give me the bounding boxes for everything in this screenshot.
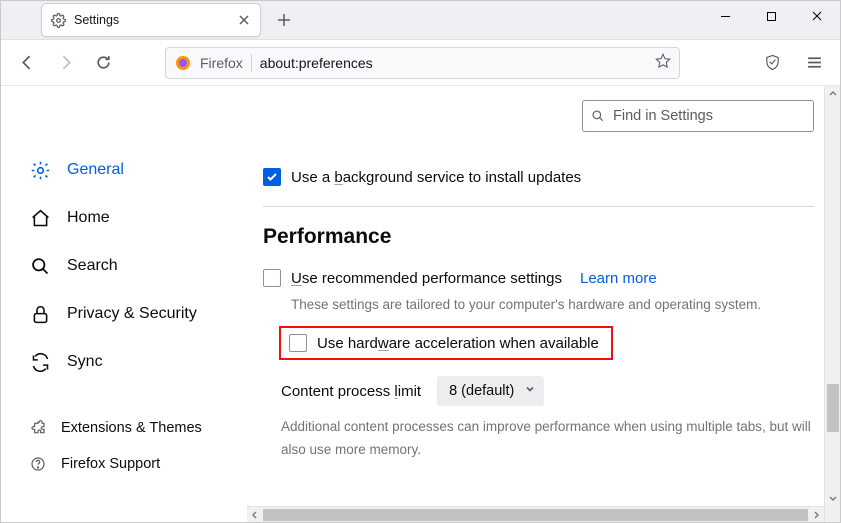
sidebar-item-privacy[interactable]: Privacy & Security [29, 290, 247, 338]
vertical-scrollbar[interactable] [824, 86, 840, 522]
checkbox-unchecked-icon[interactable] [289, 334, 307, 352]
sidebar-item-sync[interactable]: Sync [29, 338, 247, 386]
close-window-button[interactable] [794, 1, 840, 31]
categories-sidebar: General Home Search Privacy & Security [1, 86, 247, 506]
gear-icon [29, 159, 51, 181]
puzzle-icon [29, 419, 47, 437]
app-menu-button[interactable] [798, 47, 830, 79]
gear-icon [50, 12, 66, 28]
select-value: 8 (default) [449, 383, 514, 399]
new-tab-button[interactable] [269, 5, 299, 35]
sidebar-item-label: Sync [67, 353, 103, 371]
hw-accel-highlight: Use hardware acceleration when available [279, 326, 613, 360]
forward-button[interactable] [49, 47, 81, 79]
tailored-note: These settings are tailored to your comp… [291, 297, 814, 312]
urlbar-brand: Firefox [200, 55, 243, 71]
sidebar-extensions-themes[interactable]: Extensions & Themes [29, 410, 247, 446]
search-icon [591, 109, 605, 123]
sidebar-item-label: Search [67, 257, 118, 275]
main-pane: Find in Settings Use a background servic… [247, 86, 824, 506]
content-process-select[interactable]: 8 (default) [437, 376, 544, 406]
sidebar-item-search[interactable]: Search [29, 242, 247, 290]
urlbar-address: about:preferences [260, 55, 647, 71]
browser-toolbar: Firefox about:preferences [1, 40, 840, 86]
sidebar-item-general[interactable]: General [29, 146, 247, 194]
scroll-right-arrow-icon[interactable] [808, 507, 824, 523]
recommended-settings-row[interactable]: Use recommended performance settings Lea… [263, 269, 814, 287]
scroll-up-arrow-icon[interactable] [825, 86, 841, 102]
scroll-left-arrow-icon[interactable] [247, 507, 263, 523]
minimize-button[interactable] [702, 1, 748, 31]
home-icon [29, 207, 51, 229]
url-bar[interactable]: Firefox about:preferences [165, 47, 680, 79]
sync-icon [29, 351, 51, 373]
hw-accel-label[interactable]: Use hardware acceleration when available [317, 335, 599, 352]
vertical-scroll-thumb[interactable] [827, 384, 839, 432]
performance-heading: Performance [263, 225, 814, 249]
urlbar-divider [251, 54, 252, 72]
help-icon [29, 455, 47, 473]
sidebar-item-label: Home [67, 209, 110, 227]
footer-item-label: Firefox Support [61, 456, 160, 472]
content-process-label: Content process limit [281, 383, 421, 400]
tab-title: Settings [74, 13, 228, 27]
maximize-button[interactable] [748, 1, 794, 31]
bg-service-label: Use a background service to install upda… [291, 169, 581, 186]
checkbox-checked-icon[interactable] [263, 168, 281, 186]
learn-more-link[interactable]: Learn more [580, 270, 657, 287]
chevron-down-icon [524, 383, 536, 399]
firefox-icon [174, 54, 192, 72]
horizontal-scroll-thumb[interactable] [263, 509, 808, 521]
checkbox-unchecked-icon[interactable] [263, 269, 281, 287]
reload-button[interactable] [87, 47, 119, 79]
content-process-limit-row: Content process limit 8 (default) [281, 376, 814, 406]
section-divider [263, 206, 814, 207]
settings-search-input[interactable]: Find in Settings [582, 100, 814, 132]
bg-service-checkbox-row[interactable]: Use a background service to install upda… [263, 168, 814, 186]
shield-icon[interactable] [756, 47, 788, 79]
lock-icon [29, 303, 51, 325]
back-button[interactable] [11, 47, 43, 79]
content-area: General Home Search Privacy & Security [1, 86, 840, 522]
search-placeholder: Find in Settings [613, 108, 713, 124]
window-controls [702, 1, 840, 31]
bookmark-star-icon[interactable] [655, 53, 671, 72]
horizontal-scrollbar[interactable] [247, 506, 824, 522]
search-icon [29, 255, 51, 277]
close-tab-icon[interactable] [236, 12, 252, 28]
scroll-down-arrow-icon[interactable] [825, 490, 841, 506]
titlebar: Settings [1, 1, 840, 40]
sidebar-item-label: Privacy & Security [67, 305, 197, 323]
footer-item-label: Extensions & Themes [61, 420, 202, 436]
recommended-label: Use recommended performance settings [291, 270, 562, 287]
additional-note: Additional content processes can improve… [281, 416, 814, 462]
sidebar-item-label: General [67, 161, 124, 179]
sidebar-item-home[interactable]: Home [29, 194, 247, 242]
browser-tab[interactable]: Settings [41, 3, 261, 37]
sidebar-firefox-support[interactable]: Firefox Support [29, 446, 247, 482]
